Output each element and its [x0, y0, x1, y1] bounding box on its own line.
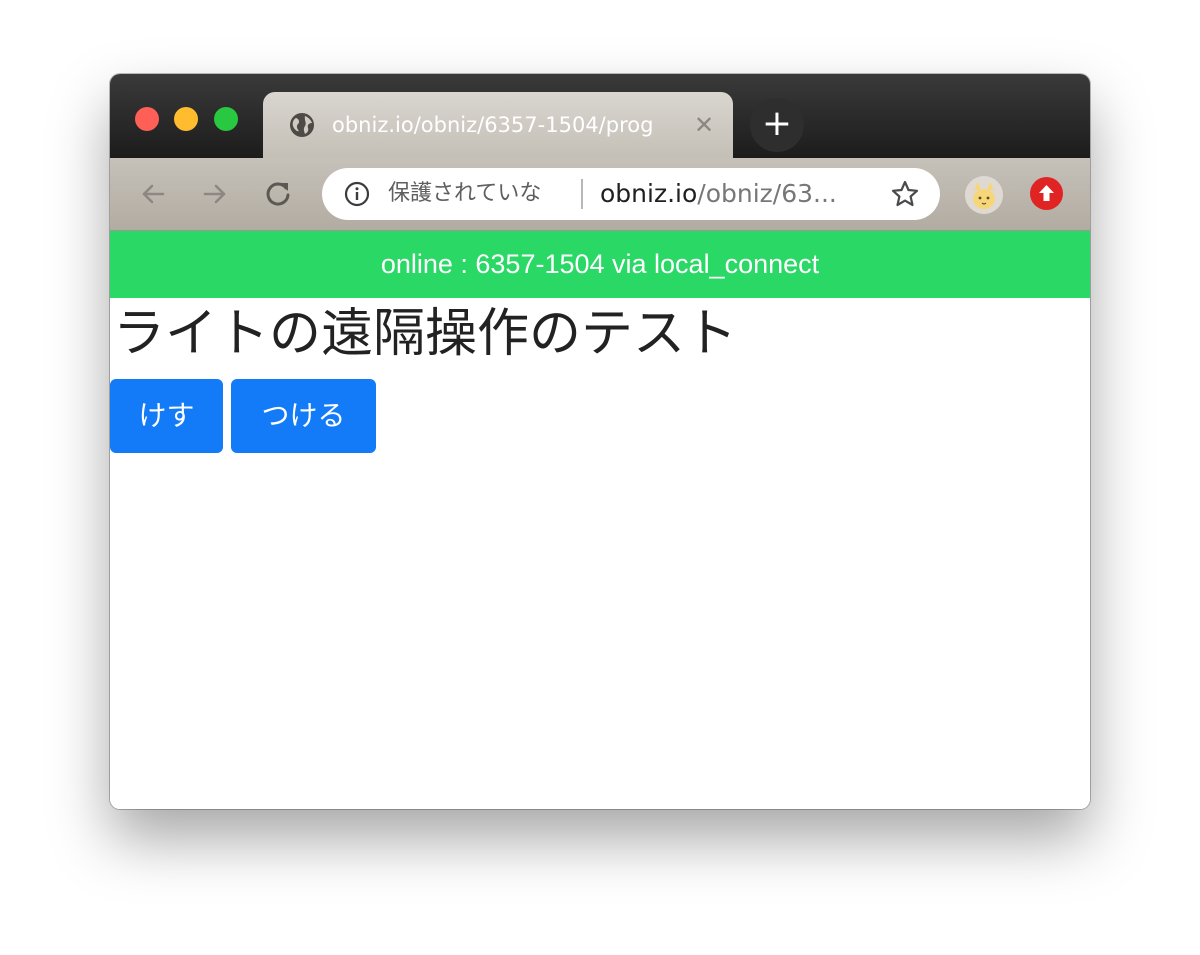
- light-on-button[interactable]: つける: [231, 379, 376, 453]
- url-path: /obniz/63...: [697, 179, 837, 208]
- star-icon[interactable]: [890, 179, 920, 209]
- extension-upload-icon[interactable]: [1030, 177, 1063, 210]
- back-arrow-icon[interactable]: [135, 176, 171, 212]
- globe-icon: [290, 113, 314, 137]
- tab-close-icon[interactable]: ✕: [691, 110, 717, 140]
- page-title: ライトの遠隔操作のテスト: [113, 304, 738, 364]
- security-status-text[interactable]: 保護されていな: [388, 178, 541, 210]
- avatar-face-icon: [965, 176, 1003, 214]
- close-window-button[interactable]: [135, 107, 159, 131]
- url-host: obniz.io: [600, 179, 698, 208]
- reload-icon[interactable]: [260, 176, 296, 212]
- info-icon[interactable]: [344, 181, 370, 207]
- address-bar[interactable]: 保護されていな obniz.io/obniz/63...: [322, 168, 940, 220]
- omnibox-divider: [581, 179, 583, 209]
- new-tab-button[interactable]: +: [750, 98, 804, 152]
- minimize-window-button[interactable]: [174, 107, 198, 131]
- connection-status-bar: online : 6357-1504 via local_connect: [110, 231, 1090, 298]
- title-bar: obniz.io/obniz/6357-1504/prog ✕ +: [110, 74, 1090, 158]
- tab-title: obniz.io/obniz/6357-1504/prog: [332, 113, 654, 137]
- browser-toolbar: 保護されていな obniz.io/obniz/63...: [110, 158, 1090, 231]
- maximize-window-button[interactable]: [214, 107, 238, 131]
- page-content: online : 6357-1504 via local_connect ライト…: [110, 231, 1090, 809]
- browser-window: obniz.io/obniz/6357-1504/prog ✕ + 保護されてい…: [110, 74, 1090, 809]
- forward-arrow-icon[interactable]: [197, 176, 233, 212]
- url-text[interactable]: obniz.io/obniz/63...: [600, 178, 837, 210]
- profile-avatar-icon[interactable]: [965, 176, 1003, 214]
- up-arrow-icon: [1039, 185, 1054, 201]
- light-off-button[interactable]: けす: [110, 379, 223, 453]
- tab-active[interactable]: obniz.io/obniz/6357-1504/prog ✕: [263, 92, 733, 158]
